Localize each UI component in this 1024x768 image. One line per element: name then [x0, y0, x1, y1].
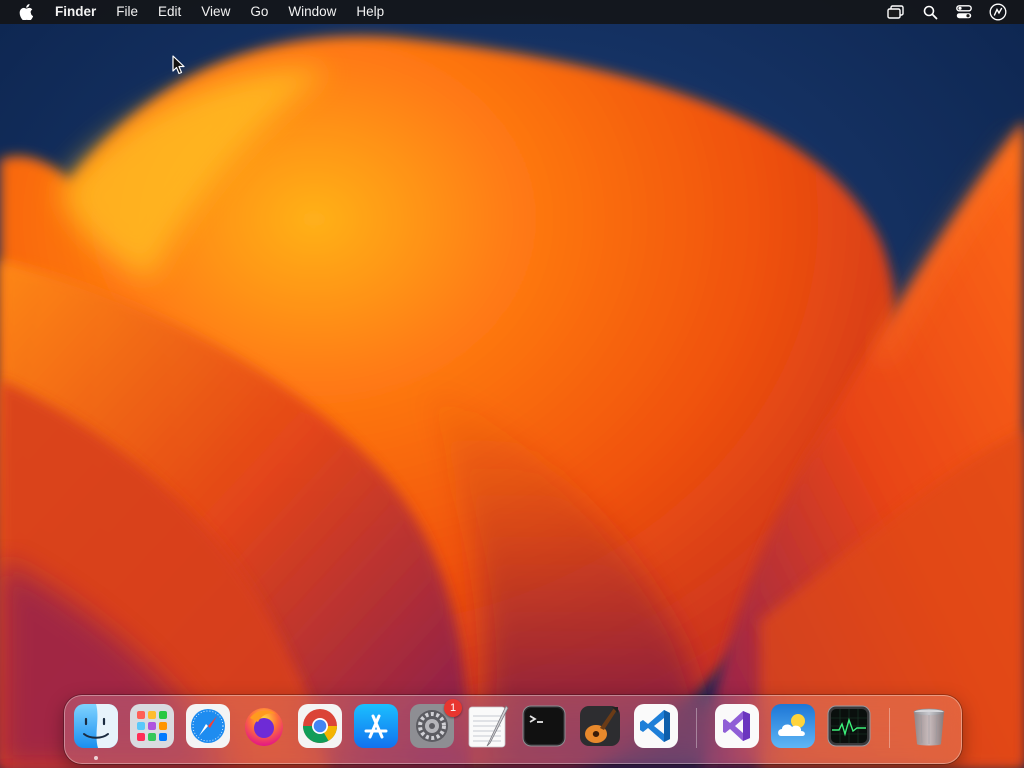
- siri-icon[interactable]: [988, 2, 1008, 22]
- dock-app-textedit[interactable]: [466, 704, 510, 748]
- apple-menu-icon[interactable]: [17, 3, 35, 21]
- textedit-icon: [468, 705, 509, 748]
- menu-view[interactable]: View: [191, 0, 240, 24]
- menu-go[interactable]: Go: [240, 0, 278, 24]
- notification-badge: 1: [444, 699, 462, 717]
- screen-mirroring-icon[interactable]: [886, 2, 906, 22]
- desktop-wallpaper: [0, 0, 1024, 768]
- dock-app-activity-monitor[interactable]: [827, 704, 871, 748]
- dock-separator: [696, 708, 697, 748]
- dock-app-vscode[interactable]: [634, 704, 678, 748]
- dock-app-finder[interactable]: [74, 704, 118, 748]
- spotlight-search-icon[interactable]: [920, 2, 940, 22]
- dock-app-garageband[interactable]: [578, 704, 622, 748]
- menu-app-name[interactable]: Finder: [52, 0, 106, 24]
- menu-file[interactable]: File: [106, 0, 148, 24]
- menu-window[interactable]: Window: [278, 0, 346, 24]
- finder-icon: [74, 704, 118, 748]
- launchpad-icon: [130, 704, 174, 748]
- menu-bar: Finder File Edit View Go Window Help: [0, 0, 1024, 24]
- dock: 1: [64, 695, 962, 764]
- weather-icon: [771, 704, 815, 748]
- dock-app-terminal[interactable]: [522, 704, 566, 748]
- app-store-icon: [354, 704, 398, 748]
- running-indicator: [94, 756, 98, 760]
- dock-separator: [889, 708, 890, 748]
- dock-app-app-store[interactable]: [354, 704, 398, 748]
- terminal-icon: [522, 705, 566, 747]
- menu-edit[interactable]: Edit: [148, 0, 191, 24]
- vscode-icon: [634, 704, 678, 748]
- control-center-icon[interactable]: [954, 2, 974, 22]
- dock-app-safari[interactable]: [186, 704, 230, 748]
- dock-app-launchpad[interactable]: [130, 704, 174, 748]
- dock-app-trash[interactable]: [907, 704, 951, 748]
- dock-app-system-settings[interactable]: 1: [410, 699, 462, 748]
- dock-app-visual-studio[interactable]: [715, 704, 759, 748]
- activity-monitor-icon: [827, 705, 871, 747]
- menu-help[interactable]: Help: [346, 0, 394, 24]
- firefox-icon: [245, 708, 283, 746]
- status-area: [886, 2, 1008, 22]
- dock-app-firefox[interactable]: [242, 704, 286, 748]
- garageband-icon: [580, 706, 620, 746]
- visual-studio-icon: [715, 704, 759, 748]
- mouse-cursor-icon: [172, 55, 186, 75]
- dock-app-weather[interactable]: [771, 704, 815, 748]
- safari-icon: [186, 704, 230, 748]
- trash-icon: [913, 708, 945, 746]
- dock-app-chrome[interactable]: [298, 704, 342, 748]
- chrome-icon: [298, 704, 342, 748]
